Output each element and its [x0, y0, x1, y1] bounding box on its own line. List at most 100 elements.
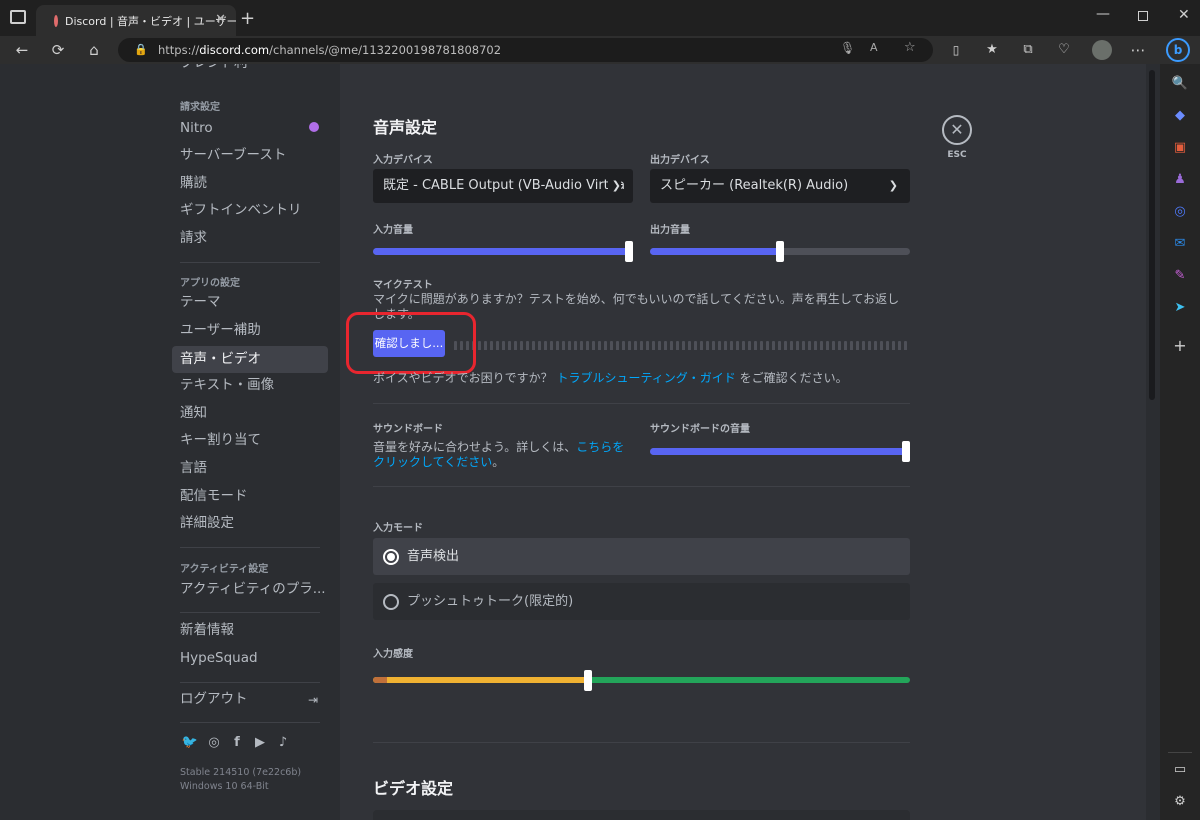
twitter-icon[interactable]: 🐦 [181, 735, 199, 750]
main-scrollbar[interactable] [1146, 64, 1160, 820]
sidebar-item-advanced[interactable]: 詳細設定 [172, 510, 328, 537]
favorites-icon[interactable]: ★ [980, 38, 1004, 62]
edge-sidebar: 🔍 ◆ ▣ ♟ ◎ ✉ ✎ ➤ + ▭ ⚙ [1160, 64, 1200, 820]
sidebar-item-logout[interactable]: ログアウト [172, 686, 328, 713]
sidebar-item-activity-privacy[interactable]: アクティビティのプラ... [172, 576, 328, 603]
settings-gear-icon[interactable]: ⚙ [1168, 790, 1192, 814]
tiktok-icon[interactable]: ♪ [274, 735, 292, 750]
output-volume-knob[interactable] [776, 241, 784, 262]
tab-actions-icon[interactable] [10, 10, 26, 24]
people-icon[interactable]: ♟ [1168, 168, 1192, 192]
sidebar-item-hypesquad[interactable]: HypeSquad [172, 645, 328, 672]
read-aloud-icon[interactable]: A [870, 41, 878, 54]
sidebar-item-notifications[interactable]: 通知 [172, 400, 328, 427]
sidebar-item-subscriptions[interactable]: 購読 [172, 170, 328, 197]
tab-close-icon[interactable]: ✕ [215, 12, 226, 27]
meter-bar [754, 341, 757, 350]
os-info: Windows 10 64-Bit [180, 781, 269, 792]
search-icon[interactable]: 🔍 [1168, 72, 1192, 96]
shopping-icon[interactable]: ◆ [1168, 104, 1192, 128]
mic-icon[interactable]: 🎙 [840, 41, 855, 55]
meter-bar [508, 341, 511, 350]
split-screen-icon[interactable]: ▯ [944, 38, 968, 62]
billing-header: 請求設定 [180, 102, 220, 113]
input-sensitivity-slider[interactable] [373, 670, 910, 691]
input-mode-push-to-talk[interactable]: プッシュトゥトーク(限定的) [373, 583, 910, 620]
input-device-select[interactable]: 既定 - CABLE Output (VB-Audio Virtua ❯ [373, 169, 633, 203]
section-divider [373, 403, 910, 404]
sensitivity-knob[interactable] [584, 670, 592, 691]
meter-bar [838, 341, 841, 350]
soundboard-desc-suffix: 。 [492, 455, 505, 469]
url-input[interactable]: 🔒 https://discord.com/channels/@me/11322… [118, 38, 933, 62]
browser-essentials-icon[interactable]: ♡ [1052, 38, 1076, 62]
profile-avatar[interactable] [1092, 40, 1112, 60]
input-volume-slider[interactable] [373, 241, 633, 262]
tools-icon[interactable]: ▣ [1168, 136, 1192, 160]
input-volume-knob[interactable] [625, 241, 633, 262]
sidebar-item-server-boost[interactable]: サーバーブースト [172, 142, 328, 169]
outlook-icon[interactable]: ✉ [1168, 232, 1192, 256]
input-mode-voice-activity[interactable]: 音声検出 [373, 538, 910, 575]
meter-bar [760, 341, 763, 350]
maximize-icon[interactable] [1138, 11, 1148, 21]
minimize-icon[interactable]: — [1096, 6, 1110, 22]
sidebar-item-streamer-mode[interactable]: 配信モード [172, 483, 328, 510]
soundboard-volume-slider[interactable] [650, 441, 910, 462]
meter-bar [616, 341, 619, 350]
sidebar-item-gift-inventory[interactable]: ギフトインベントリ [172, 197, 328, 224]
lock-icon: 🔒 [134, 43, 148, 56]
voice-settings-title: 音声設定 [373, 118, 438, 137]
meter-bar [676, 341, 679, 350]
sidebar-item-friend-request[interactable]: ブレンド利 [172, 64, 328, 77]
new-tab-button[interactable]: + [240, 8, 255, 29]
meter-bar [832, 341, 835, 350]
mic-test-label: マイクテスト [373, 280, 433, 291]
sidebar-item-whats-new[interactable]: 新着情報 [172, 617, 328, 644]
input-volume-fill [373, 248, 633, 255]
refresh-icon[interactable]: ⟳ [46, 38, 70, 62]
sidebar-item-keybinds[interactable]: キー割り当て [172, 427, 328, 454]
close-settings-button[interactable]: ✕ [942, 115, 972, 145]
youtube-icon[interactable]: ▶ [251, 735, 269, 750]
output-volume-slider[interactable] [650, 241, 910, 262]
url-path: /channels/@me/1132200198781808702 [269, 43, 502, 57]
close-icon[interactable]: ✕ [1178, 7, 1190, 23]
sidebar-item-text-images[interactable]: テキスト・画像 [172, 372, 328, 399]
sidebar-item-language[interactable]: 言語 [172, 455, 328, 482]
sidebar-item-voice-video[interactable]: 音声・ビデオ [172, 346, 328, 373]
sidebar-item-accessibility[interactable]: ユーザー補助 [172, 317, 328, 344]
instagram-icon[interactable]: ◎ [205, 735, 223, 750]
m365-icon[interactable]: ◎ [1168, 200, 1192, 224]
bing-copilot-icon[interactable]: b [1166, 38, 1190, 62]
sidebar-item-billing[interactable]: 請求 [172, 225, 328, 252]
input-mode-option-label: 音声検出 [407, 549, 460, 564]
back-icon[interactable]: ← [10, 38, 34, 62]
soundboard-volume-knob[interactable] [902, 441, 910, 462]
add-icon[interactable]: + [1168, 334, 1192, 358]
troubleshooting-guide-link[interactable]: トラブルシューティング・ガイド [556, 371, 735, 385]
meter-bar [718, 341, 721, 350]
favorite-star-icon[interactable]: ☆ [904, 40, 916, 55]
meter-bar [898, 341, 901, 350]
output-device-select[interactable]: スピーカー (Realtek(R) Audio) ❯ [650, 169, 910, 203]
app-settings-header: アプリの設定 [180, 278, 240, 289]
meter-bar [784, 341, 787, 350]
designer-icon[interactable]: ✎ [1168, 264, 1192, 288]
activity-settings-header: アクティビティ設定 [180, 564, 269, 575]
version-info: Stable 214510 (7e22c6b) [180, 767, 302, 778]
settings-sidebar: ブレンド利 請求設定 Nitro サーバーブースト 購読 ギフトインベントリ 請… [0, 64, 340, 820]
facebook-icon[interactable]: f [228, 735, 246, 750]
drop-icon[interactable]: ➤ [1168, 296, 1192, 320]
sidebar-item-nitro[interactable]: Nitro [172, 115, 328, 142]
hide-sidebar-icon[interactable]: ▭ [1168, 758, 1192, 782]
sidebar-item-theme[interactable]: テーマ [172, 289, 328, 316]
meter-bar [556, 341, 559, 350]
collections-icon[interactable]: ⧉ [1016, 38, 1040, 62]
meter-bar [490, 341, 493, 350]
browser-tab-discord[interactable]: Discord | 音声・ビデオ | ユーザー ✕ [36, 5, 236, 36]
more-menu-icon[interactable]: ⋯ [1126, 38, 1150, 62]
home-icon[interactable]: ⌂ [82, 38, 106, 62]
meter-bar [568, 341, 571, 350]
scrollbar-thumb[interactable] [1149, 70, 1155, 400]
